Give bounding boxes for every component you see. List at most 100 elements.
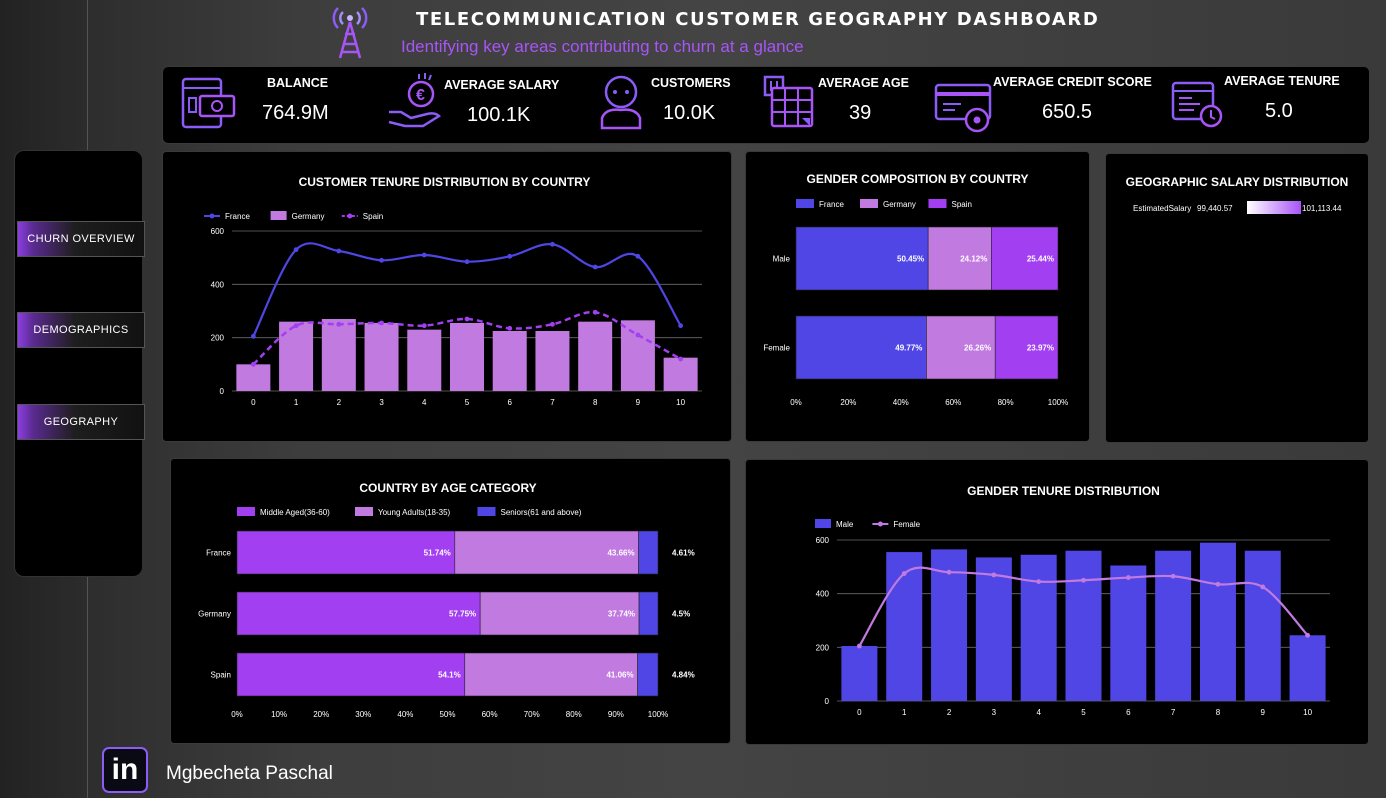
data-label: 57.75% [449,610,476,619]
clock-document-icon [1171,81,1223,128]
line-point [250,361,256,367]
kpi-value-average-age: 39 [849,102,872,124]
page-title: TELECOMMUNICATION CUSTOMER GEOGRAPHY DAS… [416,9,1100,30]
linkedin-logo-text: in [111,753,139,786]
x-tick-label: 4 [422,398,427,407]
data-label: 23.97% [1027,344,1054,353]
tower-antenna-icon [332,7,368,59]
line-point [507,325,513,331]
line-point [421,323,427,329]
y-tick-label: 0 [220,387,225,396]
author-name: Mgbecheta Paschal [166,763,333,784]
stacked-bar-segment [236,652,466,697]
data-label: 26.26% [964,344,991,353]
data-label: 50.45% [897,255,924,264]
x-tick-label: 1 [294,398,299,407]
x-tick-label: 0 [251,398,256,407]
data-label: 51.74% [424,549,451,558]
legend-swatch [477,507,496,516]
linkedin-icon[interactable]: in [102,747,148,793]
bar [841,645,878,701]
x-tick-label: 100% [1048,398,1068,407]
nav-button-geography[interactable]: GEOGRAPHY [17,404,145,440]
nav-button-demographics[interactable]: DEMOGRAPHICS [17,312,145,348]
legend-label: Female [893,520,920,529]
kpi-value-customers: 10.0K [663,102,716,124]
data-label: 24.12% [960,255,987,264]
data-label: 25.44% [1027,255,1054,264]
bar [364,323,399,391]
x-tick-label: 6 [508,398,513,407]
line-point [1125,575,1131,580]
tenure-country-chart: 0 200 400 600 0 1 2 3 4 5 6 7 8 9 10 France Germany Spain [204,211,702,407]
stacked-bar-segment [637,652,659,697]
salary-max-label: 101,113.44 [1302,204,1342,213]
line-point [635,332,641,338]
page-subtitle: Identifying key areas contributing to ch… [401,37,804,56]
line-point [1081,577,1086,583]
bar [663,357,698,391]
line-point [379,320,384,326]
bar [1199,542,1236,701]
y-tick-label: 200 [816,643,830,652]
line-point [550,321,555,327]
salary-distribution-table: EstimatedSalary 99,440.57 101,113.44 [1133,201,1342,214]
legend-swatch [355,507,373,516]
data-label: 4.5% [672,610,690,619]
data-label: 41.06% [606,671,633,680]
legend-swatch [237,507,255,516]
line-point [678,356,684,362]
kpi-label-average-credit-score: AVERAGE CREDIT SCORE [993,75,1152,89]
line-point [293,247,299,253]
legend-label: Young Adults(18-35) [378,508,451,517]
stacked-bar-segment [236,530,456,575]
bar [1289,635,1326,701]
nav-button-churn-overview[interactable]: CHURN OVERVIEW [17,221,145,257]
x-tick-label: 4 [1036,708,1041,717]
kpi-label-average-age: AVERAGE AGE [818,76,909,90]
bar [975,557,1012,701]
data-label: 37.74% [608,610,635,619]
y-tick-label: 0 [825,697,830,706]
x-tick-label: 6 [1126,708,1131,717]
stacked-bar-segment [236,591,481,636]
legend-label: Germany [292,212,325,221]
bar [578,321,613,391]
gender-tenure-chart: 0 200 400 600 0 1 2 3 4 5 6 7 8 9 10 Male Female [815,519,1330,717]
x-tick-label: 10 [1303,708,1312,717]
y-category-label: France [206,549,231,558]
kpi-label-customers: CUSTOMERS [651,76,731,90]
legend-label: Male [836,520,854,529]
data-label: 4.61% [672,549,695,558]
line-point [1215,581,1221,587]
bar [492,331,527,391]
line-point [901,571,907,576]
line-point [507,253,513,259]
x-tick-label: 0% [231,710,243,719]
line-point [1305,632,1310,638]
salary-min-label: 99,440.57 [1197,204,1233,213]
line-point [1260,584,1266,590]
data-label: 54.1% [438,671,461,680]
y-category-label: Germany [198,610,231,619]
bar [535,331,570,391]
credit-card-icon [934,83,992,133]
line-point [592,309,598,315]
legend-swatch [860,199,878,208]
x-tick-label: 3 [379,398,384,407]
line-point [635,253,641,259]
bar [1244,550,1281,701]
data-label: 4.84% [672,671,695,680]
stacked-bar-segment [638,591,659,636]
line-point [1170,573,1176,579]
y-category-label: Female [763,344,790,353]
bar [450,323,484,391]
line-point [464,316,470,322]
nav-panel [14,150,143,577]
x-tick-label: 3 [992,708,997,717]
x-tick-label: 8 [1216,708,1221,717]
user-icon [600,75,642,130]
bar [279,321,314,391]
legend-swatch [270,211,287,220]
x-tick-label: 5 [465,398,470,407]
